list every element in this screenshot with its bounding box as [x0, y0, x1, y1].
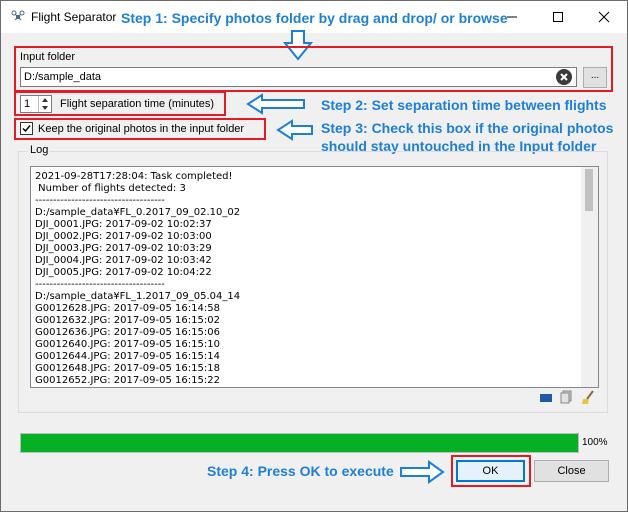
clear-icon[interactable] — [579, 389, 597, 405]
close-icon — [598, 11, 610, 23]
log-line: ------------------------------------ — [35, 279, 165, 290]
log-line: G0012636.JPG: 2017-09-05 16:15:06 — [35, 327, 220, 338]
separation-time-label: Flight separation time (minutes) — [60, 98, 215, 110]
clear-x-icon — [560, 73, 568, 81]
right-arrow-icon — [400, 460, 445, 484]
flight-separator-window: Flight Separator Step 1: Specify photos … — [0, 0, 628, 512]
spin-down-icon[interactable] — [39, 104, 51, 112]
log-line: 2021-09-28T17:28:04: Task completed! — [35, 171, 233, 182]
checkmark-icon — [22, 125, 31, 133]
window-title: Flight Separator — [31, 10, 117, 24]
log-line: DJI_0004.JPG: 2017-09-02 10:03:42 — [35, 255, 212, 266]
log-line: DJI_0003.JPG: 2017-09-02 10:03:29 — [35, 243, 212, 254]
log-line: ------------------------------------ — [35, 195, 165, 206]
progress-bar — [20, 433, 579, 453]
step4-annotation: Step 4: Press OK to execute — [207, 463, 394, 479]
log-label: Log — [28, 144, 51, 156]
step3-annotation-line1: Step 3: Check this box if the original p… — [321, 120, 614, 136]
log-line: G0012644.JPG: 2017-09-05 16:15:14 — [35, 351, 220, 362]
close-button[interactable]: Close — [534, 460, 609, 482]
copy-icon[interactable] — [558, 389, 574, 405]
separation-time-value: 1 — [24, 98, 31, 110]
log-line: G0012652.JPG: 2017-09-05 16:15:22 — [35, 375, 220, 386]
keep-originals-label: Keep the original photos in the input fo… — [38, 123, 245, 135]
progress-percent: 100% — [582, 437, 608, 448]
ok-button[interactable]: OK — [456, 460, 525, 482]
log-line: G0012640.JPG: 2017-09-05 16:15:10 — [35, 339, 220, 350]
input-folder-field[interactable]: D:/sample_data — [20, 67, 577, 87]
spin-up-icon[interactable] — [39, 96, 51, 104]
log-line: G0012628.JPG: 2017-09-05 16:14:58 — [35, 303, 220, 314]
step2-annotation: Step 2: Set separation time between flig… — [321, 97, 607, 113]
progress-fill — [21, 434, 578, 452]
scroll-thumb[interactable] — [585, 169, 593, 211]
log-line: DJI_0005.JPG: 2017-09-02 10:04:22 — [35, 267, 212, 278]
log-lines: 2021-09-28T17:28:04: Task completed! Num… — [35, 171, 580, 387]
log-scrollbar[interactable] — [581, 167, 598, 387]
clear-input-button[interactable] — [556, 69, 572, 85]
step1-annotation: Step 1: Specify photos folder by drag an… — [121, 10, 508, 26]
log-line: D:/sample_data¥FL_0.2017_09_02.10_02 — [35, 207, 241, 218]
log-line: DJI_0001.JPG: 2017-09-02 10:02:37 — [35, 219, 212, 230]
input-folder-value: D:/sample_data — [24, 71, 102, 83]
spin-arrows[interactable] — [38, 96, 52, 112]
log-line: D:/sample_data¥FL_1.2017_09_05.04_14 — [35, 291, 241, 302]
drone-icon — [11, 10, 25, 21]
maximize-icon — [553, 12, 563, 22]
maximize-button[interactable] — [535, 1, 581, 33]
log-line: DJI_0002.JPG: 2017-09-02 10:03:00 — [35, 231, 212, 242]
left-arrow-icon — [246, 93, 305, 115]
input-folder-label: Input folder — [20, 51, 76, 63]
browse-button[interactable]: ... — [583, 67, 607, 88]
save-icon[interactable] — [538, 389, 554, 405]
log-text-area[interactable]: 2021-09-28T17:28:04: Task completed! Num… — [30, 166, 599, 388]
close-window-button[interactable] — [581, 1, 627, 33]
left-arrow-icon — [276, 119, 313, 141]
log-line: G0012632.JPG: 2017-09-05 16:15:02 — [35, 315, 220, 326]
log-line: G0012648.JPG: 2017-09-05 16:15:18 — [35, 363, 220, 374]
keep-originals-checkbox[interactable] — [20, 122, 33, 135]
separation-time-spinbox[interactable]: 1 — [20, 95, 52, 113]
log-line: Number of flights detected: 3 — [35, 183, 186, 194]
